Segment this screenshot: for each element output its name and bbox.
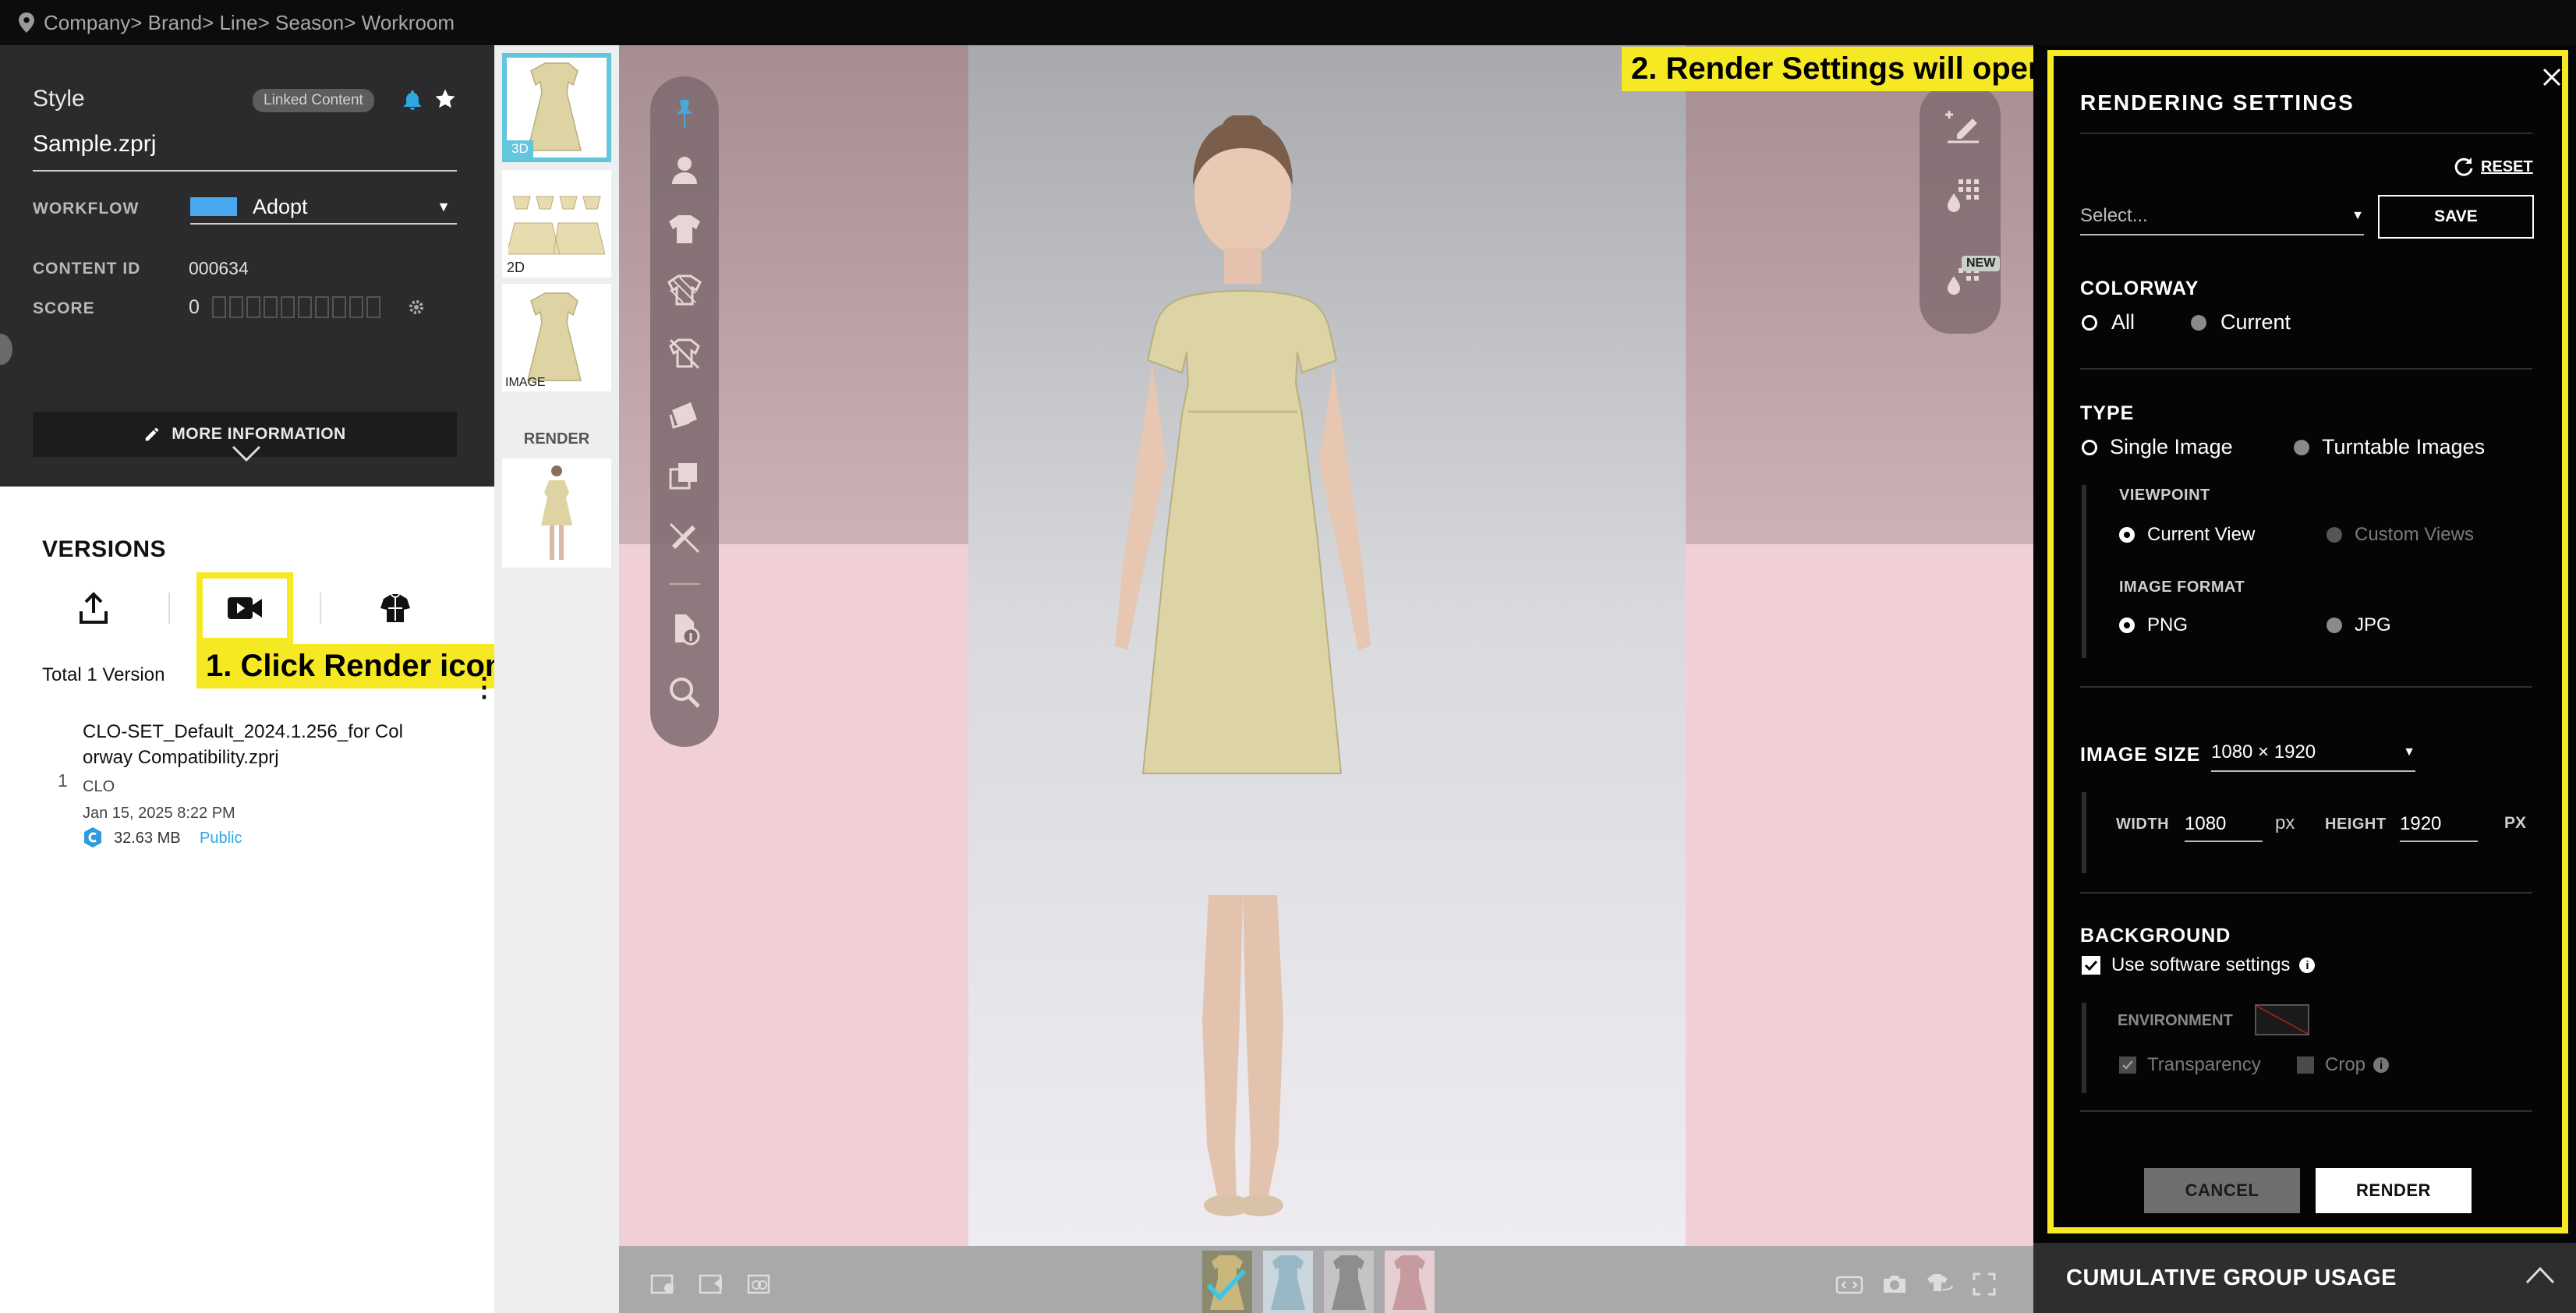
new-badge: NEW: [1962, 256, 2001, 271]
turntable-icon[interactable]: [1926, 1271, 1954, 1296]
more-options-icon[interactable]: ⋮: [471, 674, 497, 701]
annotate-tool-icon[interactable]: [1944, 108, 1982, 145]
hide-garment-icon[interactable]: [667, 337, 702, 370]
pattern-2d-thumbnail: [508, 196, 605, 255]
layers-tool-icon[interactable]: [667, 399, 702, 430]
clo-hex-icon: [84, 827, 101, 848]
score-value: 0: [189, 296, 200, 318]
dress-pink-icon: [1392, 1255, 1427, 1310]
embed-code-icon[interactable]: [1835, 1274, 1863, 1296]
top-bar: Company> Brand> Line> Season> Workroom: [0, 0, 2576, 45]
version-list-item[interactable]: 1 CLO-SET_Default_2024.1.256_for Col orw…: [0, 716, 494, 856]
search-icon[interactable]: [667, 675, 702, 710]
cumulative-group-usage-bar[interactable]: CUMULATIVE GROUP USAGE: [2033, 1243, 2576, 1313]
thumb-2d[interactable]: 2D: [502, 170, 611, 278]
thumb-3d[interactable]: 3D: [502, 53, 611, 162]
dress-blue-icon: [1271, 1255, 1305, 1310]
colorway-swatch-4[interactable]: [1385, 1251, 1435, 1313]
total-versions: Total 1 Version: [42, 664, 165, 685]
grid-drop-icon[interactable]: [1944, 176, 1985, 217]
snapshot-view-icon[interactable]: [699, 1272, 725, 1296]
content-id-value: 000634: [189, 258, 249, 278]
thumbnail-strip: 3D 2D IMAGE RENDER: [494, 45, 619, 1313]
garment-avatar-icon[interactable]: [377, 591, 413, 625]
version-author: CLO: [83, 778, 115, 795]
thumb-3d-label: 3D: [507, 140, 533, 157]
camera-icon[interactable]: [1881, 1272, 1909, 1296]
3d-viewport[interactable]: NEW: [619, 45, 2033, 1313]
more-information-label: MORE INFORMATION: [172, 425, 346, 443]
multi-view-icon[interactable]: [747, 1272, 773, 1296]
score-bar[interactable]: [212, 296, 380, 318]
app-root: Company> Brand> Line> Season> Workroom S…: [0, 0, 2576, 1313]
fabric-tool-icon[interactable]: [667, 274, 702, 307]
colorway-tool-icon[interactable]: [667, 460, 702, 491]
fullscreen-icon[interactable]: [1973, 1272, 1996, 1296]
video-camera-icon[interactable]: [226, 594, 264, 622]
linked-content-badge: Linked Content: [253, 89, 374, 112]
pencil-icon: [146, 427, 159, 441]
chevron-up-icon[interactable]: [2525, 1265, 2556, 1285]
version-index: 1: [58, 770, 68, 791]
version-size: 32.63 MB: [114, 830, 181, 847]
star-icon[interactable]: [433, 87, 457, 111]
toolbar-separator: [669, 583, 700, 585]
thumb-image-label: IMAGE: [505, 376, 546, 389]
avatar-model[interactable]: [1056, 115, 1430, 1223]
toolbar-divider: [320, 593, 321, 624]
toolbar-divider: [168, 593, 170, 624]
version-visibility: Public: [200, 830, 242, 847]
pin-tool-icon[interactable]: [672, 98, 697, 129]
style-panel: Style Linked Content Sample.zprj WORKFLO…: [0, 45, 494, 487]
score-label: SCORE: [33, 299, 95, 317]
info-tool-icon[interactable]: [667, 611, 702, 646]
render-thumbnail[interactable]: [502, 458, 611, 568]
upload-icon[interactable]: [78, 591, 109, 625]
render-section-label: RENDER: [523, 430, 590, 448]
thumb-2d-label: 2D: [507, 260, 525, 275]
content-id-label: CONTENT ID: [33, 260, 141, 278]
cumulative-group-usage-label: CUMULATIVE GROUP USAGE: [2066, 1265, 2397, 1290]
versions-panel: VERSIONS 1. Click Render icon to start T…: [0, 487, 628, 1313]
file-name-underline: [33, 170, 457, 172]
avatar-tool-icon[interactable]: [669, 154, 700, 186]
bell-icon[interactable]: [402, 89, 423, 111]
workflow-select[interactable]: Adopt ▼: [190, 190, 457, 225]
breadcrumb[interactable]: Company> Brand> Line> Season> Workroom: [44, 11, 455, 35]
workflow-value: Adopt: [253, 194, 308, 218]
colorway-swatch-2[interactable]: [1263, 1251, 1313, 1313]
version-name-line1: CLO-SET_Default_2024.1.256_for Col: [83, 721, 403, 742]
file-name: Sample.zprj: [33, 131, 157, 157]
workflow-color-swatch: [190, 197, 237, 216]
panel-collapse-handle[interactable]: [0, 334, 12, 365]
chevron-down-icon[interactable]: [231, 444, 262, 463]
dress-gray-icon: [1332, 1255, 1366, 1310]
location-pin-icon: [19, 12, 34, 33]
render-figure-thumbnail: [541, 465, 572, 560]
camera-view-icon[interactable]: [650, 1272, 677, 1296]
colorway-selected-check-icon: [1206, 1255, 1247, 1310]
colorway-swatch-3[interactable]: [1324, 1251, 1374, 1313]
measure-tool-icon[interactable]: [667, 521, 702, 554]
style-section-title: Style: [33, 86, 85, 111]
step2-callout: 2. Render Settings will open: [1622, 47, 2057, 91]
colorway-swatch-1[interactable]: [1202, 1251, 1252, 1313]
render-settings-highlight: [2047, 50, 2568, 1233]
chevron-down-icon: ▼: [437, 198, 451, 214]
versions-title: VERSIONS: [42, 536, 167, 562]
thumb-image[interactable]: IMAGE: [502, 284, 611, 391]
workflow-label: WORKFLOW: [33, 200, 140, 218]
gear-icon[interactable]: [407, 298, 426, 317]
garment-tool-icon[interactable]: [667, 214, 702, 245]
version-name-line2: orway Compatibility.zprj: [83, 747, 279, 768]
version-date: Jan 15, 2025 8:22 PM: [83, 805, 235, 822]
dress-image-thumbnail: [527, 292, 582, 381]
version-name: CLO-SET_Default_2024.1.256_for Col orway…: [83, 719, 403, 770]
